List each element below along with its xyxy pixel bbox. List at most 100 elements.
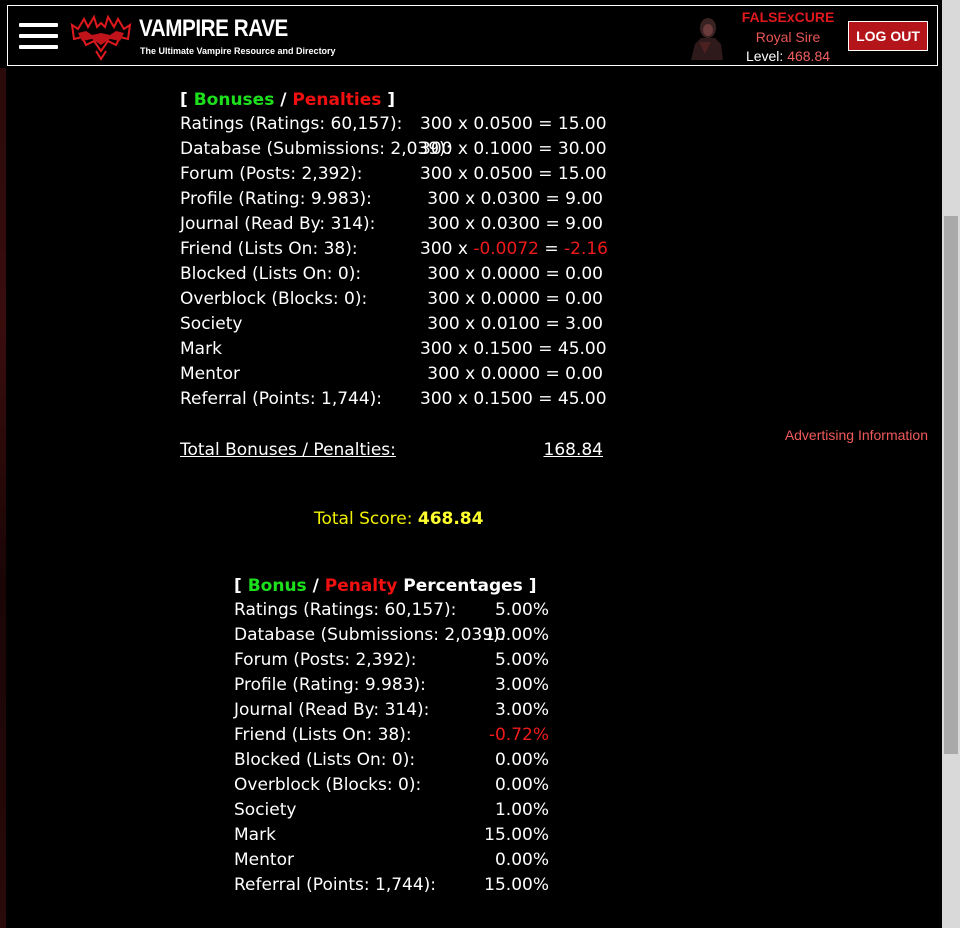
bonus-row-formula: 300 x 0.1500 = 45.00 xyxy=(420,387,607,412)
penalties-word: Penalties xyxy=(292,90,382,110)
formula-result: 15.00 xyxy=(557,114,607,134)
bonus-row: Ratings (Ratings: 60,157): 300 x 0.0500 =… xyxy=(180,112,607,137)
formula-factor: 0.1500 xyxy=(473,389,533,409)
bonus-row-formula: 300 x 0.0300 = 9.00 xyxy=(420,187,603,212)
total-score: Total Score: 468.84 xyxy=(314,509,483,529)
formula-factor: 0.0300 xyxy=(480,189,541,209)
bonus-row: Society 300 x 0.0100 = 3.00 xyxy=(180,312,603,337)
bonus-row-formula: 300 x 0.0000 = 0.00 xyxy=(420,287,603,312)
formula-equals: = xyxy=(532,339,558,359)
formula-factor: 0.1000 xyxy=(473,139,533,159)
bonus-row-label: Profile (Rating: 9.983): xyxy=(180,189,372,209)
formula-base: 300 x xyxy=(427,189,481,209)
formula-equals: = xyxy=(540,314,566,334)
percentage-row: Forum (Posts: 2,392): 5.00% xyxy=(234,648,549,673)
percentage-row-value: 15.00% xyxy=(484,825,549,845)
total-score-value: 468.84 xyxy=(417,509,484,529)
formula-base: 300 x xyxy=(420,239,474,259)
bracket: ] xyxy=(387,90,396,110)
formula-base: 300 x xyxy=(420,114,474,134)
site-header: VAMPIRE RAVE The Ultimate Vampire Resour… xyxy=(7,5,938,66)
bonus-row: Journal (Read By: 314): 300 x 0.0300 = 9.… xyxy=(180,212,603,237)
formula-equals: = xyxy=(532,389,558,409)
bonus-row-formula: 300 x 0.0500 = 15.00 xyxy=(420,112,607,137)
percentage-row: Journal (Read By: 314): 3.00% xyxy=(234,698,549,723)
bonus-row: Database (Submissions: 2,039): 300 x 0.10… xyxy=(180,137,607,162)
formula-base: 300 x xyxy=(427,264,481,284)
formula-equals: = xyxy=(532,164,558,184)
percentage-row-label: Database (Submissions: 2,039): xyxy=(234,625,506,645)
total-score-label: Total Score: xyxy=(314,509,413,529)
formula-result: 0.00 xyxy=(565,264,603,284)
percentage-row: Overblock (Blocks: 0): 0.00% xyxy=(234,773,549,798)
level-value: 468.84 xyxy=(787,48,831,64)
user-rank: Royal Sire xyxy=(755,29,821,45)
percentage-row-value: 5.00% xyxy=(494,600,549,620)
bracket: [ xyxy=(180,90,188,110)
percentage-row-value: 3.00% xyxy=(494,675,549,695)
total-bonuses-row: Total Bonuses / Penalties: 168.84 xyxy=(180,438,603,463)
formula-result: 0.00 xyxy=(565,364,603,384)
formula-equals: = xyxy=(532,114,558,134)
formula-result: 45.00 xyxy=(557,389,607,409)
percentages-heading: [ Bonus / Penalty Percentages ] xyxy=(234,576,536,596)
username-link[interactable]: FALSExCURE xyxy=(726,9,850,25)
percentage-row: Ratings (Ratings: 60,157): 5.00% xyxy=(234,598,549,623)
level-label: Level: xyxy=(745,48,784,64)
percentage-row-label: Blocked (Lists On: 0): xyxy=(234,750,416,770)
bonus-row-formula: 300 x -0.0072 = -2.16 xyxy=(420,237,608,262)
percentage-row-value: 0.00% xyxy=(494,775,549,795)
user-avatar[interactable] xyxy=(687,14,725,60)
percentage-row-value: 0.00% xyxy=(494,750,549,770)
bonus-row: Overblock (Blocks: 0): 300 x 0.0000 = 0.0… xyxy=(180,287,603,312)
percentage-row-label: Forum (Posts: 2,392): xyxy=(234,650,417,670)
bonus-row-label: Ratings (Ratings: 60,157): xyxy=(180,114,403,134)
bat-wings-logo-icon[interactable] xyxy=(70,11,132,61)
advertising-information-link[interactable]: Advertising Information xyxy=(764,427,928,443)
percentage-row-value: 10.00% xyxy=(484,625,549,645)
formula-result: 30.00 xyxy=(557,139,607,159)
menu-bar xyxy=(19,23,58,27)
percentage-row-value: 5.00% xyxy=(494,650,549,670)
bonus-word: Bonus xyxy=(247,576,307,596)
percentage-row-value: 0.00% xyxy=(494,850,549,870)
site-tagline: The Ultimate Vampire Resource and Direct… xyxy=(140,46,336,56)
percentage-row: Friend (Lists On: 38): -0.72% xyxy=(234,723,549,748)
percentage-row: Blocked (Lists On: 0): 0.00% xyxy=(234,748,549,773)
hamburger-menu-icon[interactable] xyxy=(19,23,59,51)
percentage-row: Profile (Rating: 9.983): 3.00% xyxy=(234,673,549,698)
formula-equals: = xyxy=(540,364,566,384)
percentage-row-label: Mentor xyxy=(234,850,294,870)
percentage-row-label: Mark xyxy=(234,825,276,845)
scrollbar-thumb[interactable] xyxy=(944,216,958,754)
percentage-row-value: -0.72% xyxy=(488,725,549,745)
total-bonuses-label: Total Bonuses / Penalties: xyxy=(180,440,396,460)
bonus-row: Friend (Lists On: 38): 300 x -0.0072 = -2… xyxy=(180,237,608,262)
percentage-row-value: 1.00% xyxy=(494,800,549,820)
bonus-row: Blocked (Lists On: 0): 300 x 0.0000 = 0.0… xyxy=(180,262,603,287)
formula-result: 9.00 xyxy=(565,189,603,209)
bonus-row-formula: 300 x 0.0300 = 9.00 xyxy=(420,212,603,237)
logout-button[interactable]: LOG OUT xyxy=(848,21,928,51)
formula-factor: 0.0300 xyxy=(480,214,541,234)
percentage-row-label: Journal (Read By: 314): xyxy=(234,700,430,720)
bonus-row-formula: 300 x 0.1000 = 30.00 xyxy=(420,137,607,162)
formula-factor: 0.0500 xyxy=(473,114,533,134)
formula-result: 9.00 xyxy=(565,214,603,234)
penalty-word: Penalty xyxy=(324,576,398,596)
percentage-row-value: 3.00% xyxy=(494,700,549,720)
formula-equals: = xyxy=(540,189,566,209)
bonus-row: Mentor 300 x 0.0000 = 0.00 xyxy=(180,362,603,387)
bonus-row-label: Referral (Points: 1,744): xyxy=(180,389,383,409)
formula-result: 0.00 xyxy=(565,289,603,309)
total-bonuses-value: 168.84 xyxy=(543,440,603,460)
bonus-row-label: Friend (Lists On: 38): xyxy=(180,239,358,259)
bonus-row-label: Society xyxy=(180,314,243,334)
bonus-row-formula: 300 x 0.0000 = 0.00 xyxy=(420,362,603,387)
bonus-row-formula: 300 x 0.0000 = 0.00 xyxy=(420,262,603,287)
formula-equals: = xyxy=(540,289,566,309)
formula-result: 45.00 xyxy=(557,339,607,359)
bracket: [ xyxy=(234,576,242,596)
site-logo-title[interactable]: VAMPIRE RAVE xyxy=(139,15,288,43)
bonus-row-label: Overblock (Blocks: 0): xyxy=(180,289,368,309)
